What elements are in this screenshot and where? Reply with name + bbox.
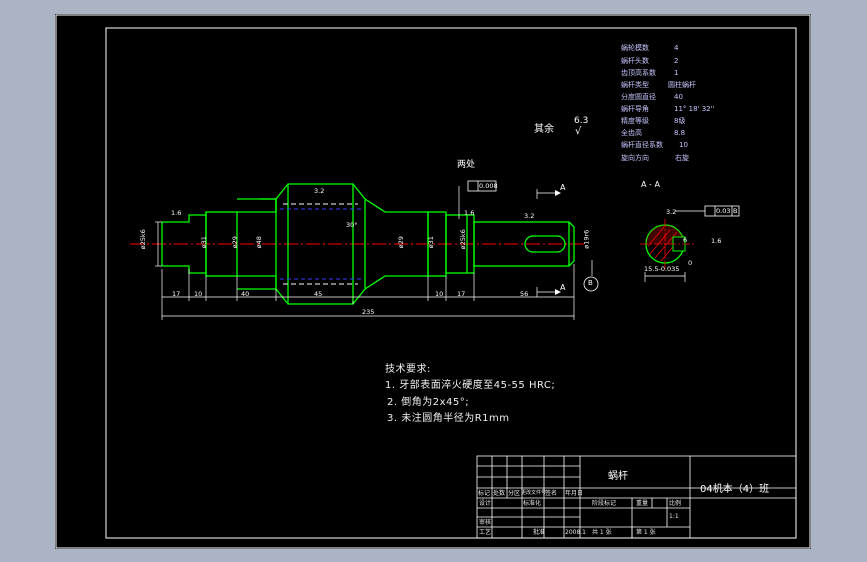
section-mark-bottom: A: [560, 283, 566, 292]
dim-d3: ø29: [230, 236, 239, 249]
tolerance-frames: [467, 180, 740, 292]
ra-mid: 3.2: [314, 187, 325, 195]
approve-label: 批准: [533, 529, 546, 536]
spec-label-9: 蜗杆直径系数: [621, 141, 663, 149]
len-5: 10: [435, 290, 444, 298]
symmetry-datum: B: [733, 207, 738, 215]
len-4: 45: [314, 290, 323, 298]
dim-angle: 30°: [346, 221, 358, 229]
spec-label-6: 蜗杆导角: [621, 105, 649, 113]
rev-header-2: 处数: [493, 490, 506, 497]
spec-value-5: 40: [674, 93, 683, 101]
class-name: 04机本（4）班: [700, 484, 770, 495]
len-6: 17: [457, 290, 466, 298]
spec-label-4: 蜗杆类型: [621, 81, 649, 89]
dim-d8: ø19r6: [582, 229, 591, 249]
standard-label: 标准化: [523, 500, 542, 507]
spec-value-3: 1: [674, 69, 679, 77]
part-name: 蜗杆: [608, 471, 628, 482]
dim-d7: ø25k6: [458, 229, 467, 250]
spec-value-10: 右旋: [675, 154, 689, 162]
roughness-check-icon: √: [575, 126, 582, 137]
role-process: 工艺: [479, 529, 492, 536]
date-value: 2008.1: [565, 529, 586, 536]
ra-left: 1.6: [171, 209, 182, 217]
spec-value-6: 11° 18' 32'': [674, 105, 715, 113]
len-3: 40: [241, 290, 250, 298]
roughness-other-label: 其余: [534, 124, 554, 135]
dim-keyway: 15.5-0.035: [644, 265, 680, 273]
weight-label: 重量: [636, 500, 649, 507]
stage-label: 阶段标记: [592, 500, 617, 507]
drawing-sheet: 蜗轮模数 4 蜗杆头数 2 齿顶高系数 1 蜗杆类型 圆柱蜗杆 分度圆直径 40…: [55, 14, 811, 549]
outer-border: [55, 14, 811, 549]
rev-header-6: 年月日: [565, 490, 584, 497]
rev-header-3: 分区: [508, 490, 521, 497]
dim-d5: ø29: [396, 236, 405, 249]
dimension-lines: [155, 186, 686, 320]
spec-label-7: 精度等级: [621, 117, 649, 125]
spec-value-9: 10: [679, 141, 688, 149]
symmetry-value: 0.03: [716, 207, 731, 215]
dim-d4: ø48: [254, 236, 263, 249]
runout-value: 0.008: [479, 182, 498, 190]
spec-value-7: 8级: [674, 117, 686, 125]
requirement-1: 1. 牙部表面淬火硬度至45-55 HRC;: [385, 380, 556, 391]
drawing-canvas: [55, 14, 811, 549]
len-7: 56: [520, 290, 529, 298]
dim-keyway-zero: 0: [688, 259, 693, 267]
sheets-total: 共 1 张: [592, 529, 612, 536]
title-block-grid: [476, 455, 797, 539]
dim-d1: ø25k6: [138, 229, 147, 250]
spec-label-10: 旋向方向: [621, 154, 649, 162]
datum-b-label: B: [588, 279, 593, 287]
scale-value: 1:1: [669, 513, 679, 520]
spec-label-2: 蜗杆头数: [621, 57, 649, 65]
requirements-heading: 技术要求:: [385, 364, 431, 375]
requirement-2: 2. 倒角为2x45°;: [387, 397, 470, 408]
section-mark-top: A: [560, 183, 566, 192]
rev-header-5: 签名: [545, 490, 558, 497]
requirement-3: 3. 未注圆角半径为R1mm: [387, 413, 510, 424]
spec-label-1: 蜗轮模数: [621, 44, 649, 52]
ra-section: 3.2: [666, 208, 677, 216]
rev-header-4: 更改文件号: [521, 490, 547, 496]
scale-label: 比例: [669, 500, 682, 507]
roughness-other-value: 6.3: [574, 116, 589, 126]
spec-value-8: 8.8: [674, 129, 686, 137]
section-a-a: [640, 219, 695, 269]
dim-d2: ø31: [199, 236, 208, 249]
len-2: 10: [194, 290, 203, 298]
ra-key: 3.2: [524, 212, 535, 220]
section-arrows: [555, 190, 561, 295]
len-1: 17: [172, 290, 181, 298]
ra-section-2: 1.6: [711, 237, 722, 245]
spec-label-5: 分度圆直径: [621, 93, 656, 101]
dim-key-h: 6: [683, 236, 688, 244]
rev-header-1: 标记: [478, 490, 491, 497]
spec-label-8: 全齿高: [621, 129, 642, 137]
spec-value-2: 2: [674, 57, 679, 65]
role-review: 审核: [479, 519, 492, 526]
two-places-note: 两处: [457, 160, 476, 170]
spec-value-1: 4: [674, 44, 679, 52]
len-total: 235: [362, 308, 375, 316]
spec-label-3: 齿顶高系数: [621, 69, 656, 77]
sheet-number: 第 1 张: [636, 529, 656, 536]
role-design: 设计: [479, 500, 492, 507]
dim-d6: ø31: [426, 236, 435, 249]
section-label: A - A: [641, 180, 660, 189]
spec-value-4: 圆柱蜗杆: [668, 81, 696, 89]
ra-shaft: 1.6: [464, 209, 475, 217]
